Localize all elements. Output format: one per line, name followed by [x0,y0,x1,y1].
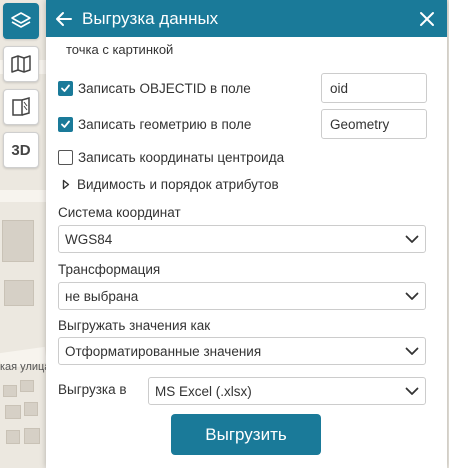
arrow-left-icon [56,11,72,26]
check-icon [61,84,70,92]
compare-icon [12,97,30,116]
export-button[interactable]: Выгрузить [171,414,321,455]
panel-header: Выгрузка данных [46,0,447,37]
close-button[interactable] [415,7,439,31]
map-building [2,220,34,262]
chevron-down-icon [405,292,419,301]
write-objectid-option[interactable]: Записать OBJECTID в поле [58,81,251,96]
map-building [20,380,34,392]
transformation-value: не выбрана [65,288,139,304]
coordinate-system-label: Система координат [58,205,181,220]
map-building [6,430,20,444]
map-icon [11,55,31,73]
layer-name: точка с картинкой [66,42,174,57]
basemap-button[interactable] [3,46,39,82]
check-icon [61,120,70,128]
export-panel: Выгрузка данных точка с картинкой Записа… [46,0,447,468]
map-building [24,428,40,444]
chevron-down-icon [405,235,419,244]
chevron-right-icon [62,179,70,190]
chevron-down-icon [405,347,419,356]
coordinate-system-select[interactable]: WGS84 [58,225,426,253]
map-building [3,385,17,397]
write-objectid-checkbox[interactable] [58,81,73,96]
export-values-select[interactable]: Отформатированные значения [58,337,426,365]
attributes-expander-label: Видимость и порядок атрибутов [77,177,279,192]
transformation-label: Трансформация [58,262,161,277]
export-to-label: Выгрузка в [58,382,127,397]
write-centroid-label: Записать координаты центроида [78,150,285,165]
write-geometry-checkbox[interactable] [58,117,73,132]
map-toolbar: 3D [3,3,39,175]
map-building [24,402,38,416]
objectid-field-input[interactable]: oid [321,73,427,103]
export-format-value: MS Excel (.xlsx) [155,383,252,399]
chevron-down-icon [405,387,419,396]
write-objectid-label: Записать OBJECTID в поле [78,81,251,96]
map-building [5,405,21,419]
attributes-expander[interactable]: Видимость и порядок атрибутов [62,177,279,192]
map-road [0,190,46,202]
export-values-value: Отформатированные значения [65,343,262,359]
compare-button[interactable] [3,89,39,125]
coordinate-system-value: WGS84 [65,231,113,247]
export-format-select[interactable]: MS Excel (.xlsx) [148,377,426,405]
close-icon [420,12,434,26]
back-button[interactable] [46,0,82,37]
geometry-field-input[interactable]: Geometry [321,109,427,139]
map-street-label: кая улица [0,361,51,373]
write-geometry-label: Записать геометрию в поле [78,117,252,132]
3d-button-label: 3D [11,141,31,159]
write-centroid-option[interactable]: Записать координаты центроида [58,150,284,165]
map-building [4,280,34,306]
write-geometry-option[interactable]: Записать геометрию в поле [58,117,251,132]
layers-button[interactable] [3,3,39,39]
layers-icon [11,12,31,28]
3d-button[interactable]: 3D [3,132,39,168]
panel-title: Выгрузка данных [82,8,219,28]
export-values-label: Выгружать значения как [58,318,211,333]
transformation-select[interactable]: не выбрана [58,282,426,310]
write-centroid-checkbox[interactable] [58,150,73,165]
